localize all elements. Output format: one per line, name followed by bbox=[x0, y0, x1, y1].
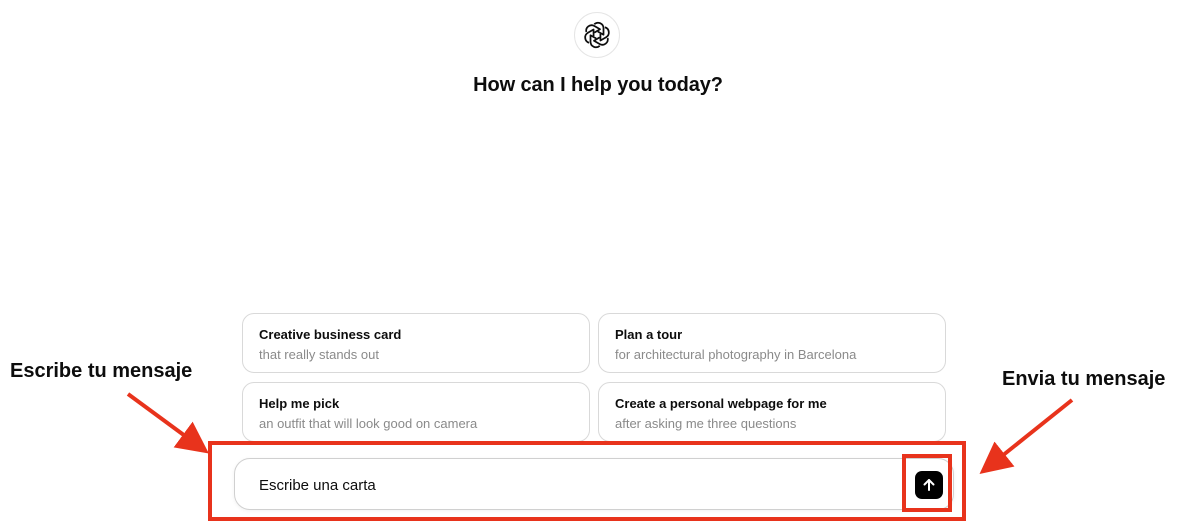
suggestion-card-personal-webpage[interactable]: Create a personal webpage for me after a… bbox=[598, 382, 946, 442]
annotation-arrow-left bbox=[126, 392, 209, 454]
suggestion-subtitle: that really stands out bbox=[259, 347, 379, 362]
suggestion-title: Creative business card bbox=[259, 327, 402, 342]
suggestion-subtitle: for architectural photography in Barcelo… bbox=[615, 347, 857, 362]
suggestion-subtitle: an outfit that will look good on camera bbox=[259, 416, 478, 431]
annotation-label-send: Envia tu mensaje bbox=[1002, 368, 1166, 390]
annotation-box-input bbox=[208, 441, 966, 521]
annotation-arrow-right bbox=[979, 398, 1074, 474]
chat-home-page: How can I help you today? Creative busin… bbox=[0, 0, 1190, 525]
suggestion-subtitle: after asking me three questions bbox=[615, 416, 797, 431]
suggestion-card-business-card[interactable]: Creative business card that really stand… bbox=[242, 313, 590, 373]
openai-logo-icon bbox=[574, 12, 620, 58]
suggestion-title: Plan a tour bbox=[615, 327, 683, 342]
suggestion-title: Help me pick bbox=[259, 396, 340, 411]
suggestion-card-help-pick[interactable]: Help me pick an outfit that will look go… bbox=[242, 382, 590, 442]
suggestion-card-plan-tour[interactable]: Plan a tour for architectural photograph… bbox=[598, 313, 946, 373]
annotation-box-send bbox=[902, 454, 952, 512]
suggestion-title: Create a personal webpage for me bbox=[615, 396, 827, 411]
annotation-label-write: Escribe tu mensaje bbox=[10, 360, 193, 382]
page-title: How can I help you today? bbox=[473, 74, 723, 96]
